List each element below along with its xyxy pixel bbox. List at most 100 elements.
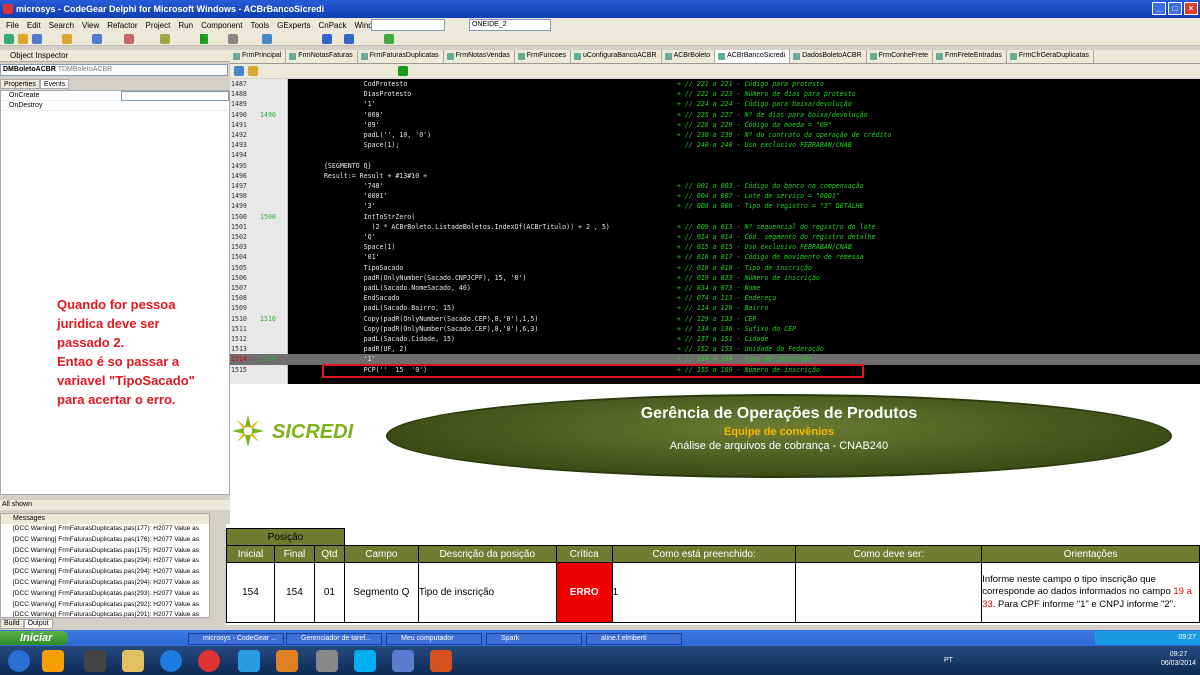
minimize-button[interactable]: _ bbox=[1152, 2, 1166, 15]
menu-item[interactable]: GExperts bbox=[277, 21, 310, 30]
file-tab[interactable]: FrmFuncoes bbox=[515, 50, 572, 63]
code-line[interactable]: 1500 1500 IntToStrZero( bbox=[230, 212, 1200, 222]
object-selector[interactable]: DMBoletoACBR TDMBoletoACBR bbox=[0, 64, 228, 76]
close-button[interactable]: × bbox=[1184, 2, 1198, 15]
code-line[interactable]: 1489 '1' + // 224 a 224 - Código para bai… bbox=[230, 99, 1200, 109]
pdf-icon[interactable] bbox=[430, 650, 452, 672]
skype-icon[interactable] bbox=[354, 650, 376, 672]
event-row[interactable]: OnDestroy bbox=[1, 101, 229, 111]
code-line[interactable]: 1488 DiasProtesto + // 222 a 223 - Número… bbox=[230, 89, 1200, 99]
tab-output[interactable]: Output bbox=[23, 619, 53, 629]
menu-item[interactable]: View bbox=[82, 21, 99, 30]
code-line[interactable]: 1505 TipoSacado + // 018 a 018 - Tipo de … bbox=[230, 263, 1200, 273]
menu-item[interactable]: Component bbox=[201, 21, 242, 30]
code-line[interactable]: 1504 '01' + // 016 a 017 - Código de movi… bbox=[230, 252, 1200, 262]
tool-palette-icon[interactable] bbox=[384, 34, 394, 44]
message-item[interactable]: [DCC Warning] FrmFaturasDuplicatas.pas(2… bbox=[1, 567, 209, 578]
code-line[interactable]: 1507 padL(Sacado.NomeSacado, 40) + // 034… bbox=[230, 283, 1200, 293]
code-line[interactable]: 1492 padL('', 10, '0') + // 230 a 239 - N… bbox=[230, 130, 1200, 140]
code-line[interactable]: 1487 CodProtesto + // 221 a 221 - Código … bbox=[230, 79, 1200, 89]
file-tab[interactable]: uConfiguraBancoACBR bbox=[571, 50, 662, 63]
file-tab[interactable]: FrmPrincipal bbox=[230, 50, 287, 63]
event-row[interactable]: OnCreate bbox=[1, 91, 229, 101]
tab-build[interactable]: Build bbox=[0, 619, 24, 629]
code-line[interactable]: 1496 Result:= Result + #13#10 + bbox=[230, 171, 1200, 181]
code-line[interactable]: 1510 1510 Copy(padR(OnlyNumber(Sacado.CEP… bbox=[230, 314, 1200, 324]
code-line[interactable]: 1494 bbox=[230, 150, 1200, 160]
code-editor[interactable]: 1487 CodProtesto + // 221 a 221 - Código … bbox=[230, 79, 1200, 384]
menu-item[interactable]: Edit bbox=[27, 21, 41, 30]
message-item[interactable]: [DCC Warning] FrmFaturasDuplicatas.pas(1… bbox=[1, 535, 209, 546]
message-item[interactable]: [DCC Warning] FrmFaturasDuplicatas.pas(2… bbox=[1, 589, 209, 600]
file-tab[interactable]: FrmFaturasDuplicatas bbox=[358, 50, 444, 63]
code-line[interactable]: 1509 padL(Sacado.Bairro, 15) + // 114 a 1… bbox=[230, 303, 1200, 313]
task-chat[interactable]: aline.f.elmberti bbox=[586, 633, 682, 645]
message-item[interactable]: [DCC Warning] FrmFaturasDuplicatas.pas(2… bbox=[1, 600, 209, 611]
file-tab[interactable]: ACBrBancoSicredi bbox=[715, 50, 791, 63]
task-spark[interactable]: Spark bbox=[486, 633, 582, 645]
menu-item[interactable]: CnPack bbox=[318, 21, 346, 30]
back-arrow-icon[interactable] bbox=[322, 34, 332, 44]
code-line[interactable]: 1503 Space(1) + // 015 a 015 - Uso exclus… bbox=[230, 242, 1200, 252]
code-line[interactable]: 1498 '0001' + // 004 a 007 - Lote de serv… bbox=[230, 191, 1200, 201]
message-item[interactable]: [DCC Warning] FrmFaturasDuplicatas.pas(1… bbox=[1, 524, 209, 535]
save-all-icon[interactable] bbox=[92, 34, 102, 44]
code-line[interactable]: 1490 1490 '060' + // 225 a 227 - Nº de dia… bbox=[230, 110, 1200, 120]
new-icon[interactable] bbox=[4, 34, 14, 44]
menu-item[interactable]: Tools bbox=[250, 21, 269, 30]
tab-properties[interactable]: Properties bbox=[0, 79, 40, 89]
ie-icon[interactable] bbox=[160, 650, 182, 672]
layout-combo[interactable] bbox=[371, 19, 445, 31]
task-delphi[interactable]: microsys - CodeGear ... bbox=[188, 633, 284, 645]
desktop-combo[interactable]: ONEIDE_2 bbox=[469, 19, 551, 31]
view-icon[interactable] bbox=[234, 66, 244, 76]
message-item[interactable]: [DCC Warning] FrmFaturasDuplicatas.pas(2… bbox=[1, 610, 209, 617]
calculator-icon[interactable] bbox=[316, 650, 338, 672]
run-icon[interactable] bbox=[398, 66, 408, 76]
code-line[interactable]: 1501 (2 * ACBrBoleto.ListadeBoletos.Inde… bbox=[230, 222, 1200, 232]
code-line[interactable]: 1495 {SEGMENTO Q} bbox=[230, 161, 1200, 171]
menu-item[interactable]: File bbox=[6, 21, 19, 30]
email-icon[interactable] bbox=[238, 650, 260, 672]
code-line[interactable]: 1511 Copy(padR(OnlyNumber(Sacado.CEP),8,… bbox=[230, 324, 1200, 334]
code-line[interactable]: 1499 '3' + // 008 a 008 - Tipo de registr… bbox=[230, 201, 1200, 211]
code-line[interactable]: 1512 padL(Sacado.Cidade, 15) + // 137 a 1… bbox=[230, 334, 1200, 344]
event-handler-dropdown[interactable] bbox=[121, 91, 229, 101]
explorer-icon[interactable] bbox=[122, 650, 144, 672]
file-tab[interactable]: DadosBoletoACBR bbox=[790, 50, 867, 63]
mail-icon[interactable] bbox=[276, 650, 298, 672]
menu-item[interactable]: Project bbox=[145, 21, 170, 30]
menu-item[interactable]: Search bbox=[49, 21, 74, 30]
toggle-form-icon[interactable] bbox=[160, 34, 170, 44]
code-line[interactable]: 1506 padR(OnlyNumber(Sacado.CNPJCPF), 15… bbox=[230, 273, 1200, 283]
open-icon[interactable] bbox=[18, 34, 28, 44]
start-button[interactable]: Iniciar bbox=[0, 631, 68, 645]
task-my-computer[interactable]: Meu computador bbox=[386, 633, 482, 645]
code-line[interactable]: 1513 padR(UF, 2) + // 152 a 153 - Unidade… bbox=[230, 344, 1200, 354]
menu-item[interactable]: Refactor bbox=[107, 21, 137, 30]
file-tab[interactable]: FrmNotasVendas bbox=[444, 50, 515, 63]
tab-events[interactable]: Events bbox=[39, 79, 70, 89]
chrome-icon[interactable] bbox=[198, 650, 220, 672]
run-icon[interactable] bbox=[200, 34, 208, 44]
code-line[interactable]: 1491 '09' + // 228 a 229 - Código da moed… bbox=[230, 120, 1200, 130]
task-task-manager[interactable]: Gerenciador de taref... bbox=[286, 633, 382, 645]
save-icon[interactable] bbox=[32, 34, 42, 44]
code-line[interactable]: 1493 Space(1); // 240 a 240 - Uso exclus… bbox=[230, 140, 1200, 150]
message-item[interactable]: [DCC Warning] FrmFaturasDuplicatas.pas(2… bbox=[1, 578, 209, 589]
folder-icon[interactable] bbox=[248, 66, 258, 76]
windows-orb-icon[interactable] bbox=[8, 650, 30, 672]
step-icon[interactable] bbox=[262, 34, 272, 44]
media-player-icon[interactable] bbox=[42, 650, 64, 672]
pause-icon[interactable] bbox=[228, 34, 238, 44]
file-tab[interactable]: FrmConheFrete bbox=[867, 50, 934, 63]
tools-icon[interactable] bbox=[84, 650, 106, 672]
message-item[interactable]: [DCC Warning] FrmFaturasDuplicatas.pas(2… bbox=[1, 556, 209, 567]
code-line[interactable]: 1508 EndSacado + // 074 a 113 - Endereço bbox=[230, 293, 1200, 303]
code-line[interactable]: 1502 'Q' + // 014 a 014 - Cód. segmento d… bbox=[230, 232, 1200, 242]
language-indicator[interactable]: PT bbox=[944, 657, 953, 664]
file-tab[interactable]: FrmCfrGeraDuplicatas bbox=[1007, 50, 1094, 63]
open-project-icon[interactable] bbox=[62, 34, 72, 44]
menu-item[interactable]: Run bbox=[178, 21, 193, 30]
file-tab[interactable]: FrmFreteEntradas bbox=[933, 50, 1007, 63]
